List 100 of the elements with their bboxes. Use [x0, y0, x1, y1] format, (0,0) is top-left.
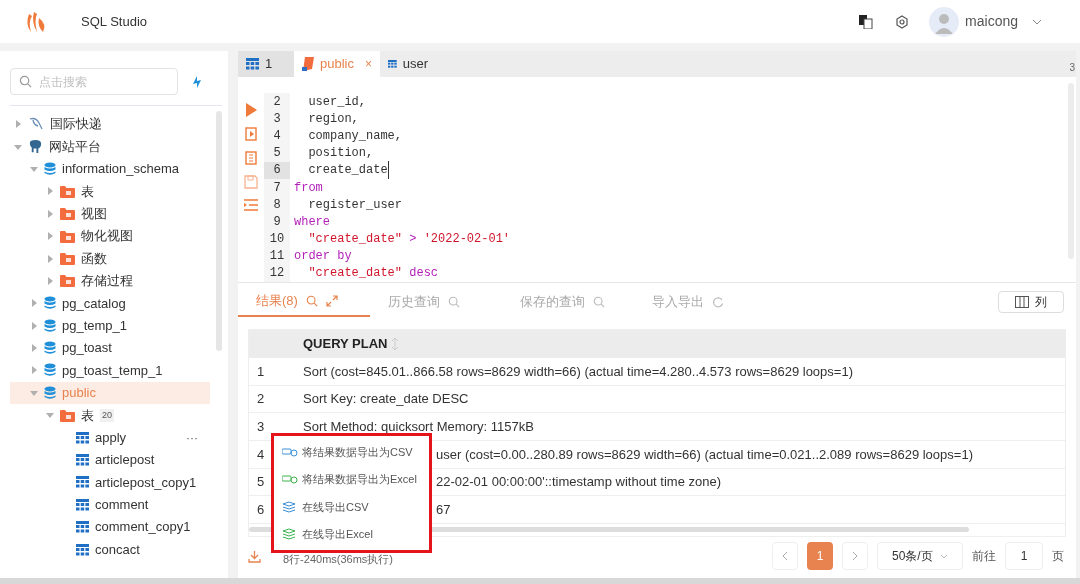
database-icon [44, 296, 56, 311]
tree-item-label: pg_catalog [62, 294, 126, 313]
caret-down-icon[interactable] [30, 164, 38, 173]
caret-right-icon[interactable] [46, 276, 54, 285]
caret-right-icon[interactable] [30, 344, 38, 353]
prev-page-button[interactable] [772, 542, 798, 570]
tree-item[interactable]: 表 20 [10, 404, 210, 427]
columns-button[interactable]: 列 [998, 291, 1064, 313]
save-icon[interactable] [244, 175, 258, 189]
tree-item[interactable]: 函数 [10, 247, 210, 270]
sort-icon[interactable] [391, 338, 398, 350]
more-icon[interactable]: ··· [186, 428, 198, 447]
play-icon[interactable] [245, 103, 257, 117]
menu-item[interactable]: 将结果数据导出为Excel [274, 471, 429, 488]
caret-right-icon[interactable] [30, 299, 38, 308]
database-icon [44, 341, 56, 356]
expand-icon[interactable] [325, 295, 338, 307]
tree-item[interactable]: pg_catalog [10, 292, 210, 315]
caret-right-icon[interactable] [46, 187, 54, 196]
code-line: order by [293, 248, 352, 266]
avatar-icon[interactable] [929, 6, 960, 37]
tree-item[interactable]: 视图 [10, 202, 210, 225]
line-number: 3 [264, 110, 290, 128]
folder-icon [60, 252, 75, 266]
tree-item-label: 物化视图 [81, 227, 133, 246]
line-number: 2 [264, 93, 290, 111]
menu-item[interactable]: 在线导出CSV [274, 498, 429, 515]
tree-item[interactable]: articlepost_copy1 [10, 471, 210, 494]
code-line: position, [307, 145, 374, 163]
search-icon[interactable] [593, 296, 605, 308]
table-icon [76, 521, 89, 534]
tree-item[interactable]: 网站平台 [10, 135, 210, 158]
status-text: 8行-240ms(36ms执行) [283, 551, 394, 567]
row-number: 6 [257, 501, 266, 520]
tree-item-label: 表 [81, 182, 94, 201]
tree-item-label: comment [95, 496, 149, 515]
tree-item-label: apply [95, 428, 127, 447]
caret-right-icon[interactable] [46, 254, 54, 263]
tree-item-label: concact [95, 540, 140, 559]
tree-item-label: 国际快递 [50, 115, 102, 134]
tree-item[interactable]: comment_copy1 [10, 516, 210, 539]
tree-item-label: 视图 [81, 205, 107, 223]
code-line: company_name, [307, 127, 403, 145]
page-input[interactable]: 1 [1005, 542, 1043, 570]
caret-right-icon[interactable] [30, 366, 38, 375]
goto-label: 前往 [972, 548, 996, 565]
caret-right-icon[interactable] [46, 232, 54, 241]
tree-item[interactable]: information_schema [10, 157, 210, 181]
menu-item[interactable]: 将结果数据导出为CSV [274, 443, 429, 460]
download-icon[interactable] [248, 549, 261, 563]
search-field[interactable]: 点击搜索 [10, 68, 178, 95]
table-icon [76, 543, 89, 556]
row-number: 3 [257, 417, 266, 436]
user-name[interactable]: maicong [965, 11, 1018, 32]
search-icon[interactable] [448, 296, 460, 308]
tree-item-label: 存储过程 [81, 272, 133, 291]
play-file-icon[interactable] [244, 127, 258, 141]
editor-tab[interactable]: 1 [238, 51, 294, 77]
code-line: region, [307, 110, 359, 128]
caret-right-icon[interactable] [30, 321, 38, 330]
database-icon [44, 161, 56, 176]
caret-down-icon[interactable] [14, 142, 22, 151]
code-line: create_date [290, 161, 389, 180]
tree-item-label: comment_copy1 [95, 518, 191, 537]
caret-down-icon[interactable] [30, 388, 38, 397]
document-icon[interactable] [244, 151, 258, 165]
tree-item[interactable]: pg_temp_1 [10, 314, 210, 337]
scrollbar[interactable] [216, 111, 222, 351]
tree-item[interactable]: comment [10, 493, 210, 517]
tree-item[interactable]: pg_toast_temp_1 [10, 359, 210, 382]
tree-item[interactable]: 表 [10, 180, 210, 203]
page-size-select[interactable]: 50条/页 [877, 542, 963, 570]
tree-item-label: articlepost [95, 451, 155, 470]
column-header[interactable]: QUERY PLAN [295, 330, 388, 358]
editor-tab[interactable]: user [380, 51, 436, 77]
line-number: 4 [264, 127, 290, 145]
tree-item[interactable]: pg_toast [10, 336, 210, 360]
indent-icon[interactable] [244, 199, 258, 211]
chevron-down-icon[interactable] [1032, 18, 1042, 25]
next-page-button[interactable] [842, 542, 868, 570]
settings-icon[interactable] [895, 14, 910, 29]
tree-item-label: pg_toast [62, 339, 112, 358]
tree-item[interactable]: articlepost [10, 448, 210, 472]
code-line: "create_date" > '2022-02-01' [307, 231, 511, 249]
tree-item-label: information_schema [62, 160, 180, 179]
menu-item[interactable]: 在线导出Excel [274, 526, 429, 543]
search-icon[interactable] [305, 295, 318, 307]
table-icon [388, 58, 397, 70]
tree-item[interactable]: 存储过程 [10, 269, 210, 293]
tree-item[interactable]: 国际快递 [10, 113, 210, 136]
code-line: "create_date" desc [307, 265, 439, 283]
folder-icon [60, 274, 75, 288]
tree-item[interactable]: concact [10, 538, 210, 561]
caret-right-icon[interactable] [46, 209, 54, 218]
caret-right-icon[interactable] [14, 120, 22, 129]
tree-item[interactable]: 物化视图 [10, 224, 210, 248]
tree-item[interactable]: apply ··· [10, 426, 210, 449]
table-cell-text: Sort Method: quicksort Memory: 1157kB [303, 417, 534, 436]
search-icon[interactable] [19, 75, 32, 88]
caret-down-icon[interactable] [46, 411, 54, 420]
